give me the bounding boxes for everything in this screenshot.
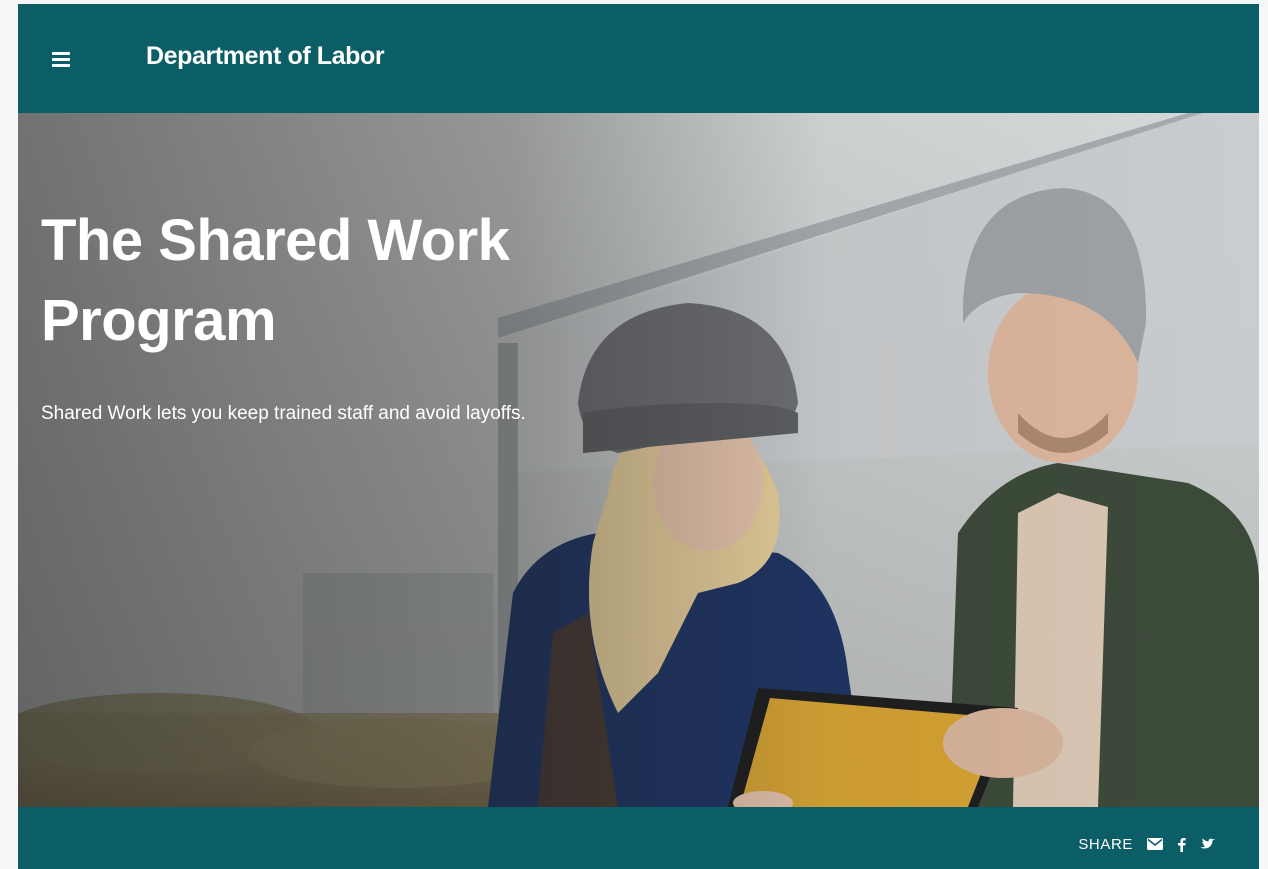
page: Department of Labor The Shared Work Prog… <box>18 4 1259 869</box>
site-header: Department of Labor <box>18 4 1259 113</box>
hero-banner: The Shared Work Program Shared Work lets… <box>18 113 1259 807</box>
share-links: SHARE <box>1078 834 1215 854</box>
share-bar: SHARE <box>18 807 1259 869</box>
hamburger-menu-icon[interactable] <box>52 52 70 67</box>
email-icon[interactable] <box>1147 838 1163 850</box>
hero-subtitle: Shared Work lets you keep trained staff … <box>41 403 526 424</box>
hero-title: The Shared Work Program <box>41 208 510 353</box>
twitter-icon[interactable] <box>1200 837 1215 851</box>
facebook-icon[interactable] <box>1177 837 1186 852</box>
site-title-link[interactable]: Department of Labor <box>146 42 385 71</box>
share-label: SHARE <box>1078 835 1133 853</box>
